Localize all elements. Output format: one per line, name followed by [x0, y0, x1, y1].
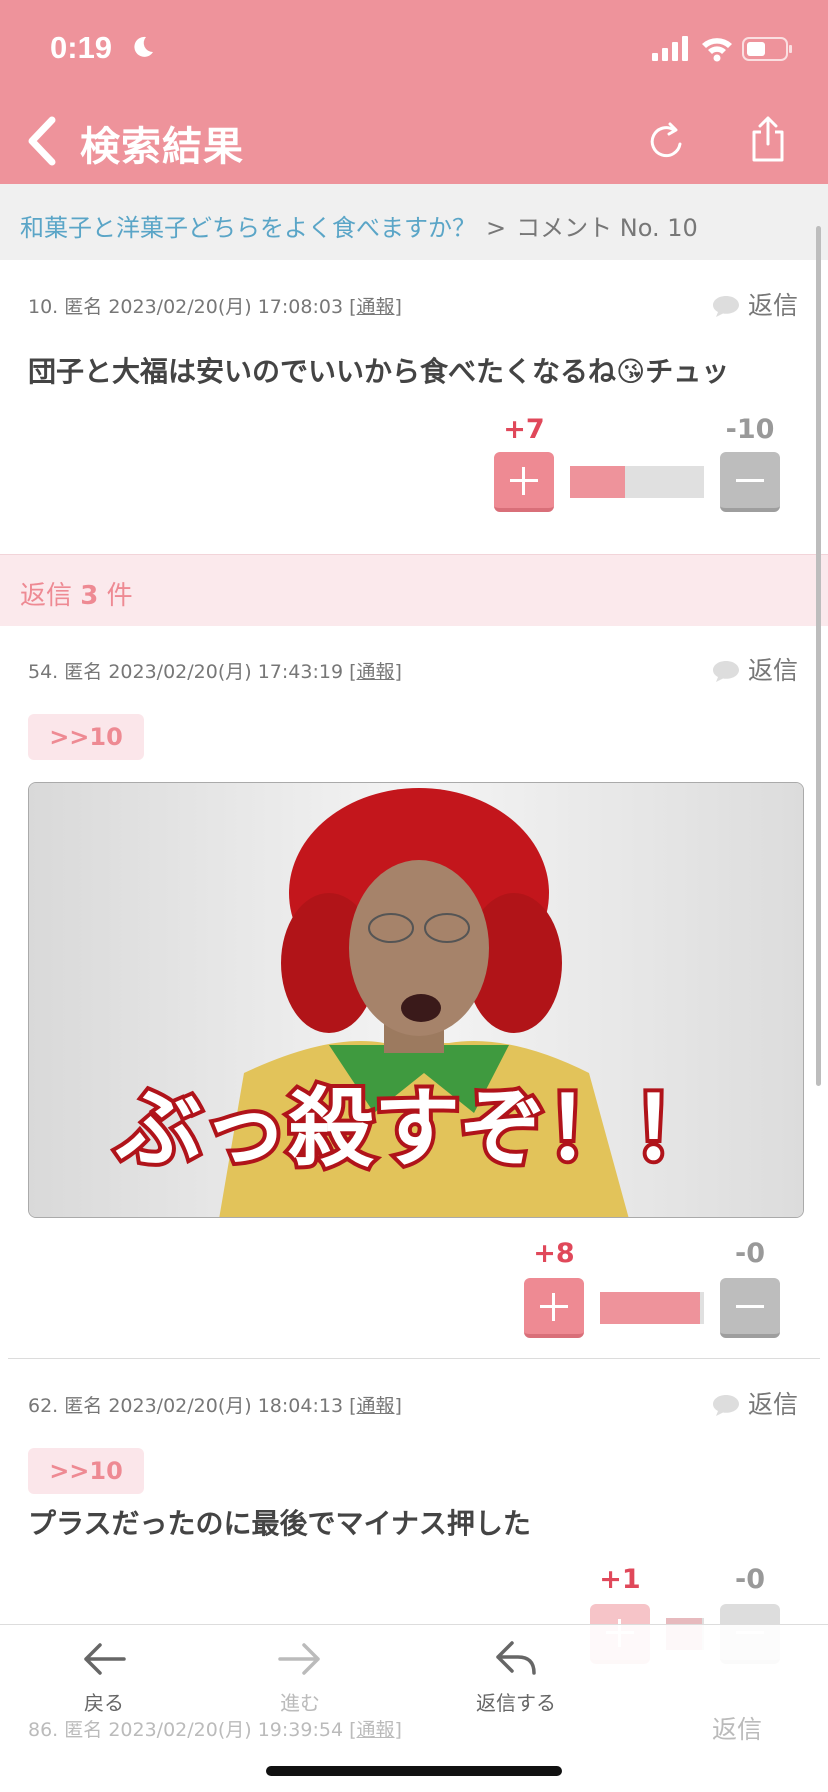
plus-count: +1 — [599, 1564, 641, 1595]
replies-header-suffix: 件 — [106, 581, 133, 611]
comment-number: 10. — [28, 296, 59, 318]
status-bar: 0:19 — [0, 0, 828, 100]
replies-header: 返信 3 件 — [0, 554, 828, 626]
comment-body: プラスだったのに最後でマイナス押した — [28, 1507, 531, 1540]
minus-count: -0 — [735, 1238, 765, 1269]
meme-photo: ぶっ殺すぞ！！ — [29, 783, 803, 1217]
plus-vote-button[interactable] — [494, 452, 554, 512]
back-label: 戻る — [84, 1691, 124, 1715]
reply-label: 返信 — [748, 291, 799, 320]
speech-bubble-icon — [713, 1395, 739, 1416]
share-icon[interactable] — [748, 114, 788, 164]
anchor-link[interactable]: >>10 — [28, 1448, 144, 1494]
image-caption: ぶっ殺すぞ！！ — [115, 1079, 718, 1179]
breadcrumb-separator: > — [486, 214, 507, 242]
breadcrumb-current: コメント No. 10 — [516, 214, 698, 242]
comment-datetime: 2023/02/20(月) 18:04:13 — [108, 1395, 344, 1417]
vote-ratio-bar — [600, 1292, 704, 1324]
breadcrumb-topic-link[interactable]: 和菓子と洋菓子どちらをよく食べますか？ — [20, 214, 476, 242]
comment-author: 匿名 — [64, 296, 103, 318]
status-time: 0:19 — [50, 30, 113, 65]
comment-body: 団子と大福は安いのでいいから食べたくなるね😘チュッ — [28, 355, 730, 388]
comment-meta: 10. 匿名 2023/02/20(月) 17:08:03 [通報] — [28, 296, 402, 318]
minus-vote-button[interactable] — [720, 1278, 780, 1338]
breadcrumb: 和菓子と洋菓子どちらをよく食べますか？ > コメント No. 10 — [0, 184, 828, 260]
arrow-left-icon — [84, 1643, 126, 1675]
divider — [8, 1358, 820, 1359]
refresh-icon[interactable] — [648, 118, 688, 162]
forward-label: 進む — [280, 1691, 320, 1715]
comment-meta: 54. 匿名 2023/02/20(月) 17:43:19 [通報] — [28, 661, 402, 683]
nav-bar: 検索結果 — [0, 104, 828, 184]
replies-header-prefix: 返信 — [20, 581, 73, 611]
attached-image[interactable]: ぶっ殺すぞ！！ — [28, 782, 804, 1218]
comment-number: 86. — [28, 1719, 59, 1741]
arrow-right-icon — [278, 1643, 320, 1675]
minus-count: -0 — [735, 1564, 765, 1595]
vote-ratio-fill — [570, 466, 625, 498]
home-indicator — [266, 1766, 562, 1776]
comment-datetime: 2023/02/20(月) 17:08:03 — [108, 296, 344, 318]
reply-arrow-icon — [496, 1641, 536, 1675]
scrollbar[interactable] — [816, 226, 821, 1086]
report-link[interactable]: 通報 — [357, 1719, 395, 1741]
vote-ratio-bar — [570, 466, 704, 498]
speech-bubble-icon — [713, 296, 739, 317]
back-button[interactable]: 戻る — [34, 1639, 174, 1716]
plus-vote-button[interactable] — [524, 1278, 584, 1338]
comment-author: 匿名 — [64, 1719, 103, 1741]
reply-button[interactable]: 返信 — [712, 1385, 798, 1421]
comment-number: 54. — [28, 661, 59, 683]
comment-author: 匿名 — [64, 1395, 103, 1417]
vote-ratio-fill — [600, 1292, 700, 1324]
plus-count: +8 — [533, 1238, 575, 1269]
report-link[interactable]: 通報 — [357, 296, 395, 318]
minus-count: -10 — [725, 414, 775, 445]
minus-vote-button[interactable] — [720, 452, 780, 512]
report-link[interactable]: 通報 — [357, 661, 395, 683]
forward-button[interactable]: 進む — [230, 1639, 370, 1716]
comment-meta: 62. 匿名 2023/02/20(月) 18:04:13 [通報] — [28, 1395, 402, 1417]
replies-count: 3 — [80, 581, 99, 611]
app-header: 0:19 検索結果 — [0, 0, 828, 184]
anchor-link[interactable]: >>10 — [28, 714, 144, 760]
signal-icon — [652, 36, 688, 61]
reply-compose-label: 返信する — [476, 1691, 556, 1715]
moon-icon — [134, 36, 153, 57]
comment-number: 62. — [28, 1395, 59, 1417]
comment-author: 匿名 — [64, 661, 103, 683]
page-title: 検索結果 — [80, 124, 244, 170]
reply-button[interactable]: 返信 — [712, 286, 798, 322]
report-link[interactable]: 通報 — [357, 1395, 395, 1417]
comment-datetime: 2023/02/20(月) 17:43:19 — [108, 661, 344, 683]
comment-datetime: 2023/02/20(月) 19:39:54 — [108, 1719, 344, 1741]
speech-bubble-icon — [713, 661, 739, 682]
reply-label: 返信 — [748, 1390, 799, 1419]
reply-button[interactable]: 返信 — [712, 651, 798, 687]
reply-compose-button[interactable]: 返信する — [446, 1639, 586, 1716]
reply-label: 返信 — [748, 656, 799, 685]
wifi-icon — [702, 38, 732, 62]
battery-icon — [742, 37, 792, 61]
plus-count: +7 — [503, 414, 545, 445]
back-chevron-icon[interactable] — [24, 114, 60, 168]
reply-button[interactable]: 返信 — [712, 1710, 762, 1746]
comment-meta: 86. 匿名 2023/02/20(月) 19:39:54 [通報] — [28, 1719, 402, 1741]
